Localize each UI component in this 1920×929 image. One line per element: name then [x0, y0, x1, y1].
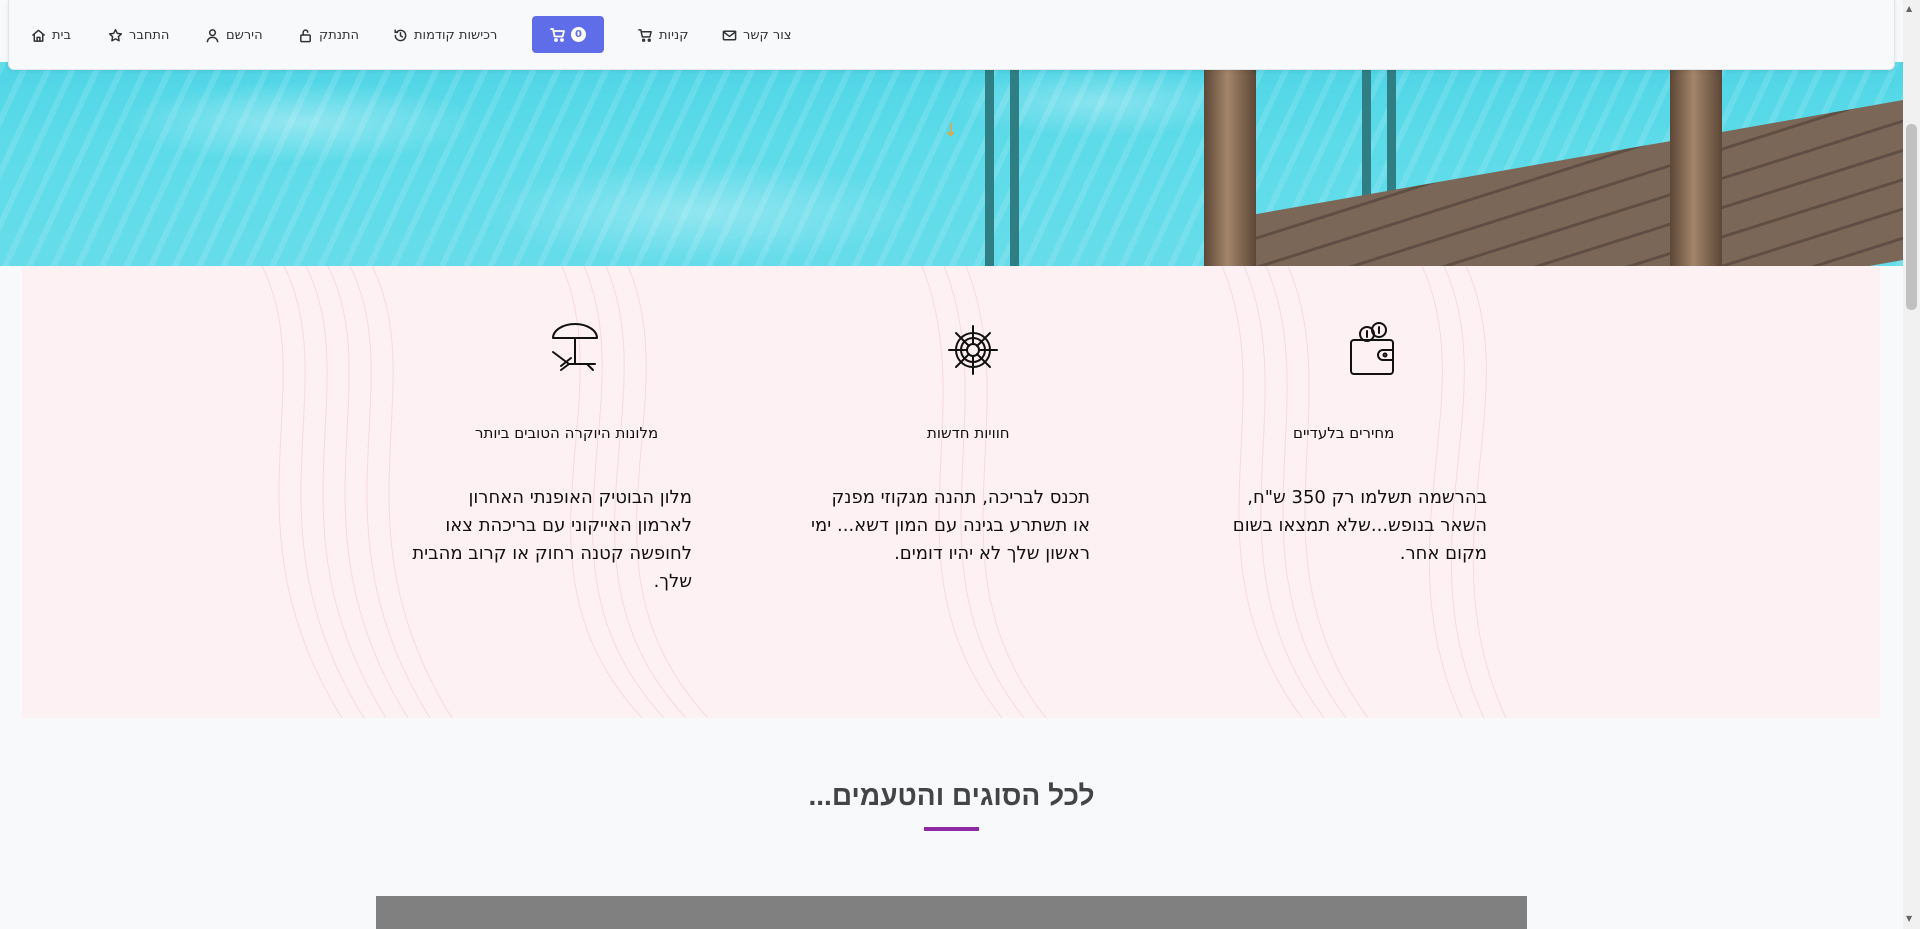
feature-title: מחירים בלעדיים	[1293, 424, 1395, 442]
nav-previous-purchases-label: רכישות קודמות	[414, 27, 498, 43]
cart-icon	[550, 27, 565, 42]
nav-register[interactable]: הירשם	[205, 23, 263, 47]
nav-contact-label: צור קשר	[743, 27, 792, 43]
beach-umbrella-icon	[547, 320, 607, 380]
ladder-post-right	[1670, 62, 1722, 266]
ladder-post-left	[1204, 62, 1256, 266]
wallet-coins-icon	[1345, 320, 1405, 380]
scroll-down-icon[interactable]: ▼	[1906, 914, 1912, 923]
scroll-down-arrow-icon[interactable]: ↓	[943, 120, 958, 141]
hero-pool-image: ↓	[0, 62, 1903, 266]
cart-icon	[638, 28, 652, 42]
nav-home-label: בית	[52, 27, 71, 43]
star-icon	[108, 28, 123, 41]
nav-contact[interactable]: צור קשר	[722, 23, 792, 47]
envelope-icon	[722, 30, 737, 40]
unlock-icon	[300, 28, 311, 42]
nav-connect-label: התחבר	[129, 27, 170, 43]
pool-ladder-rail-left	[985, 62, 1019, 266]
section-title-underline	[924, 827, 979, 831]
nav-previous-purchases[interactable]: רכישות קודמות	[393, 23, 497, 47]
cart-button[interactable]: 0	[532, 16, 604, 53]
nav-logout[interactable]: התנתק	[298, 23, 359, 47]
history-icon	[394, 28, 407, 41]
scroll-up-icon[interactable]: ▲	[1906, 4, 1912, 13]
nav-logout-label: התנתק	[319, 27, 360, 43]
feature-description: בהרשמה תשלמו רק 350 ש"ח, השאר בנופש...של…	[1232, 487, 1487, 564]
cart-count-badge: 0	[571, 27, 586, 42]
scrollbar-thumb[interactable]	[1906, 124, 1917, 310]
feature-title: מלונות היוקרה הטובים ביותר	[475, 424, 659, 442]
feature-description: תכנס לבריכה, תהנה מגקוזי מפנק או תשתרע ב…	[811, 487, 1090, 564]
person-icon	[206, 28, 219, 42]
home-icon	[32, 29, 45, 42]
nav-connect[interactable]: התחבר	[108, 23, 169, 47]
ship-wheel-icon	[943, 320, 1003, 380]
wooden-deck	[1230, 95, 1903, 266]
features-section: מלונות היוקרה הטובים ביותר מלון הבוטיק ה…	[22, 266, 1880, 718]
nav-purchases[interactable]: קניות	[638, 23, 688, 47]
top-navbar: בית התחבר הירשם התנתק רכישות קודמות 0 קנ…	[8, 0, 1895, 70]
feature-description: מלון הבוטיק האופנתי האחרון לארמון האייקו…	[412, 487, 692, 592]
category-banner	[376, 896, 1527, 929]
feature-title: חוויות חדשות	[927, 424, 1010, 442]
nav-register-label: הירשם	[226, 27, 263, 43]
section-title: ...לכל הסוגים והטעמים	[808, 780, 1095, 811]
nav-purchases-label: קניות	[659, 27, 689, 43]
nav-home[interactable]: בית	[31, 23, 71, 47]
